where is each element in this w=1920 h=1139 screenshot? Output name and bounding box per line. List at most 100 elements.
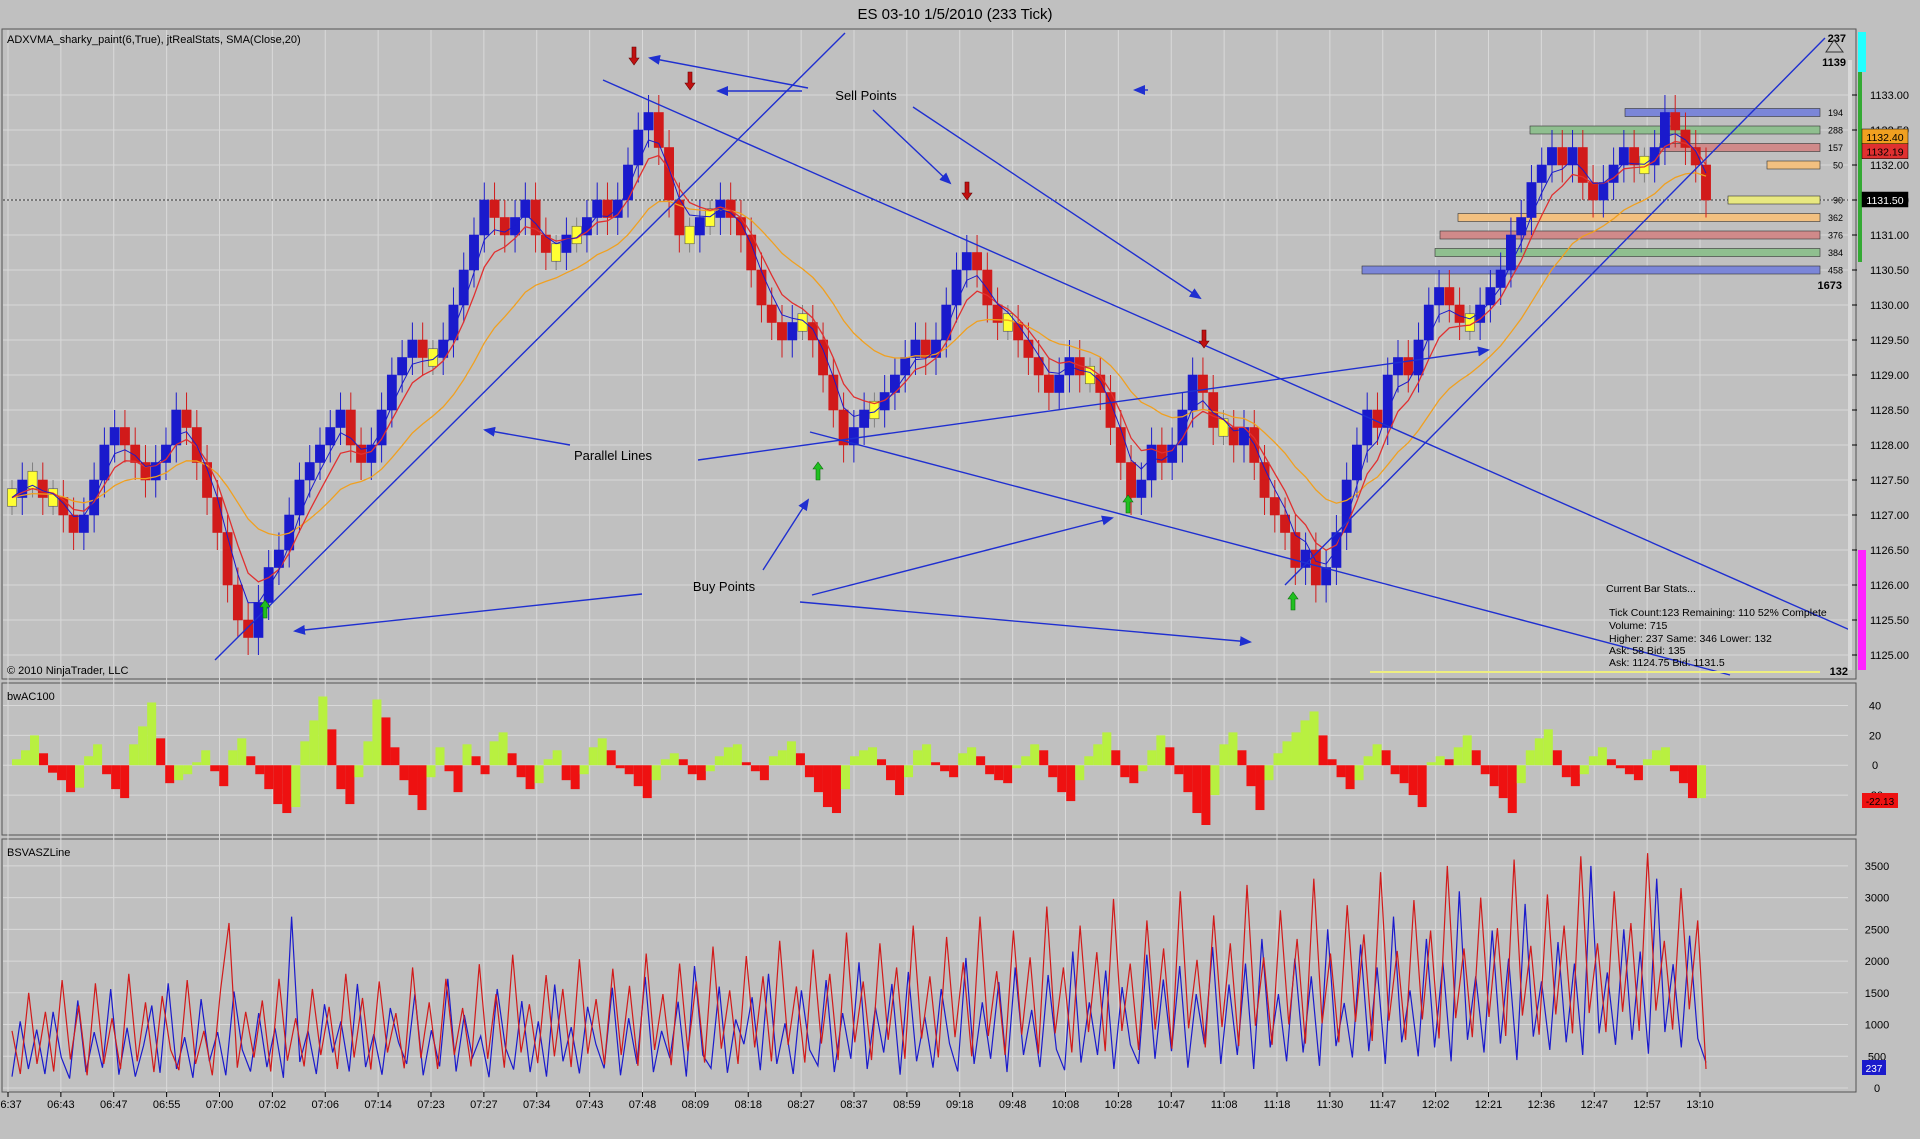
price-bar [417,339,428,358]
price-bar [1444,287,1455,306]
ac-bar [741,762,751,766]
price-bar [1136,479,1147,498]
ac-bar [291,765,301,808]
price-bar [428,348,438,367]
ac-bar [255,765,265,775]
ac-bar [588,747,598,766]
ac-bar [1660,747,1670,766]
cyan-strip [1858,32,1866,72]
ac-bar [895,765,905,796]
ac-bar [1354,765,1364,781]
price-bar [1115,427,1126,463]
ac-bar [1399,765,1409,784]
price-bar [602,199,613,218]
price-bar [222,532,233,586]
ac-bar [525,765,535,790]
price-bar [766,304,777,323]
price-axis-label: 1125.00 [1870,650,1909,662]
ac-bar [543,759,553,766]
ac-bar [795,753,805,766]
ac-bar [75,765,85,788]
ac-bar [1588,756,1598,766]
time-axis-label: 11:30 [1317,1099,1344,1111]
ac-bar [84,756,94,766]
price-bar [243,619,254,638]
ac-bar [1552,750,1562,766]
ac-bar [1471,750,1481,766]
ac-bar [93,744,103,766]
price-bar [643,112,654,131]
time-axis-label: 07:02 [259,1099,287,1111]
price-bar [510,217,520,236]
ac-bar [1075,765,1085,781]
ac-bar [985,765,995,775]
ac-bar [1408,765,1418,796]
ac-bar [976,756,986,766]
price-axis-label: 1129.50 [1870,335,1909,347]
time-axis-label: 07:43 [576,1099,604,1111]
volume-profile-bar [1766,160,1821,170]
ac-bar [345,765,355,805]
ac-bar [219,765,229,787]
time-axis-label: 12:57 [1633,1099,1661,1111]
ac-bar [1048,765,1058,778]
ac-bar [57,765,67,781]
ac-bar [399,765,409,781]
price-scroll-strip[interactable] [1848,60,1852,670]
time-axis-label: 09:48 [999,1099,1027,1111]
ac-bar [12,759,22,766]
ac-bar [813,765,823,793]
sell-points-label: Sell Points [835,88,897,103]
chart-canvas[interactable]: ES 03-10 1/5/2010 (233 Tick) 194 288 157 50… [0,0,1920,1134]
ac-bar [678,759,688,766]
ac-bar [39,753,49,766]
time-axis-label: 12:21 [1475,1099,1503,1111]
ac-bar [1129,765,1139,784]
ac-bar [237,738,247,766]
ac-bar [165,765,175,784]
ac-bar [534,765,544,784]
ac-bar [147,702,157,766]
price-bar [633,129,644,166]
time-axis-label: 08:59 [893,1099,921,1111]
ac-bar [336,765,346,790]
ac-bar [1336,765,1346,778]
ac-bar [723,747,733,766]
ac-bar [1084,756,1094,766]
ac-bar [1093,744,1103,766]
price-bar [972,252,982,271]
ac-bar [1597,747,1607,766]
price-bar [1629,147,1640,166]
ac-bar [1669,765,1679,772]
price-bar [479,199,490,236]
volume-axis-label: 1500 [1865,988,1889,1000]
ac-bar [21,750,31,766]
ac-bar [408,765,418,796]
ac-bar [859,750,869,766]
ac-bar [1273,753,1283,766]
time-axis-label: 06:55 [153,1099,181,1111]
price-axis-label: 1128.00 [1870,440,1909,452]
volume-profile-label: 362 [1828,213,1843,223]
price-bar [171,409,182,446]
time-axis-label: 12:36 [1528,1099,1556,1111]
ac-bar [1435,756,1445,766]
ac-bar [309,720,319,766]
price-bar [48,488,58,507]
ac-bar [1372,744,1382,766]
ac-bar [552,750,562,766]
ac-bar [1516,765,1526,784]
ac-bar [579,765,589,775]
ac-bar [922,744,932,766]
time-axis-label: 07:23 [417,1099,445,1111]
time-axis-label: 06:47 [100,1099,128,1111]
time-axis-label: 10:08 [1052,1099,1080,1111]
ac-bar [669,753,679,766]
time-axis-label: 13:10 [1686,1099,1714,1111]
copyright-label: © 2010 NinjaTrader, LLC [7,665,128,677]
ac-bar [687,765,697,775]
ac-bar [1021,756,1031,766]
ac-bar [174,765,184,781]
price-bar [961,252,972,271]
ac-bar [1300,720,1310,766]
